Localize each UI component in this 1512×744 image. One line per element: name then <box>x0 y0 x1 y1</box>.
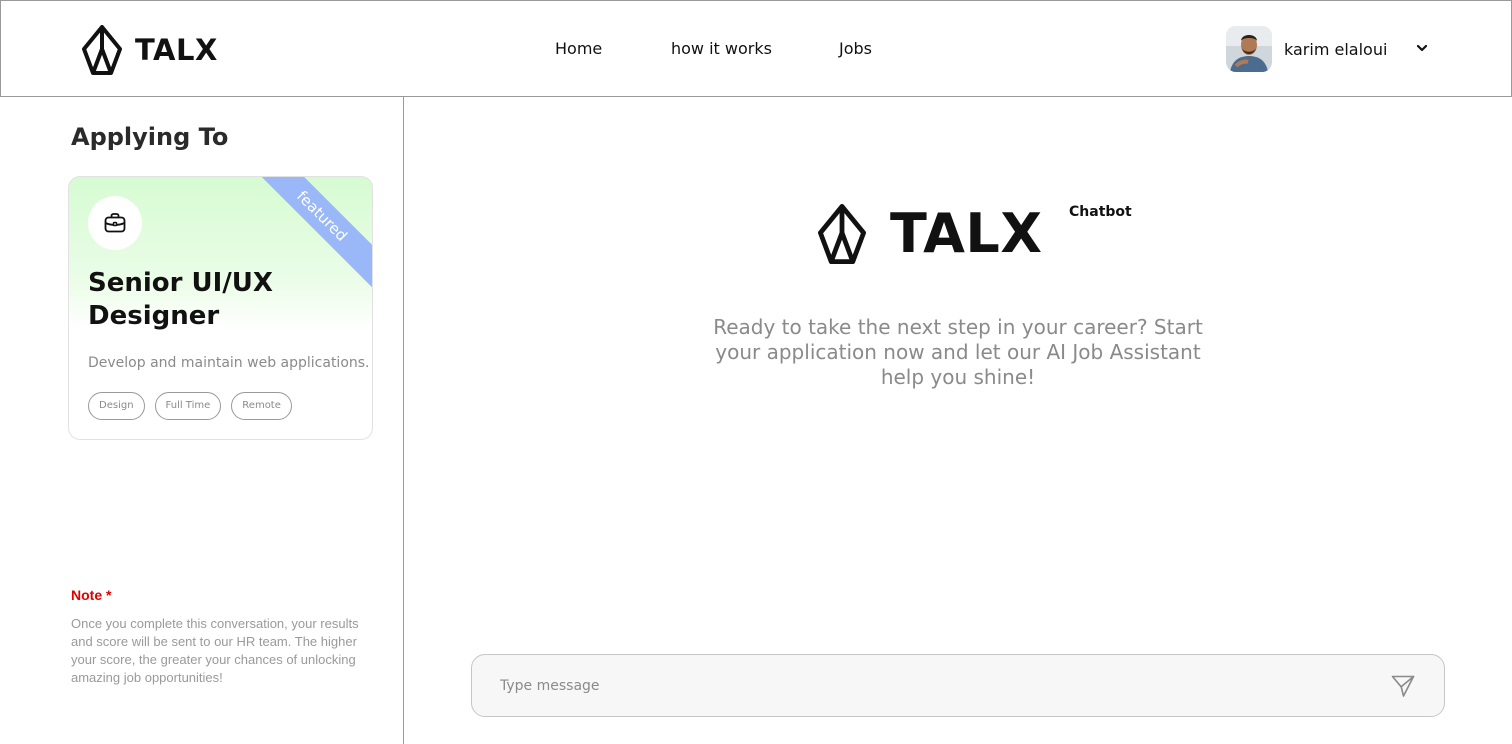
brand-text: TALX <box>890 202 1043 265</box>
tag-remote: Remote <box>231 392 292 420</box>
avatar-image <box>1226 26 1272 72</box>
user-menu[interactable]: karim elaloui <box>1226 26 1387 72</box>
send-icon <box>1391 675 1415 697</box>
talx-logo[interactable]: TALX <box>81 25 218 75</box>
welcome-message: Ready to take the next step in your care… <box>713 315 1203 389</box>
tag-design: Design <box>88 392 145 420</box>
nav-jobs[interactable]: Jobs <box>839 39 872 58</box>
message-input[interactable] <box>500 655 1360 716</box>
tag-full-time: Full Time <box>154 392 222 420</box>
note-text: Once you complete this conversation, you… <box>71 616 359 685</box>
brand-subtitle: Chatbot <box>1069 204 1132 220</box>
briefcase-badge <box>88 196 142 250</box>
briefcase-icon <box>104 213 126 233</box>
user-name[interactable]: karim elaloui <box>1284 40 1387 59</box>
chatbot-brand: TALX <box>812 202 1042 265</box>
job-card[interactable]: featured Senior UI/UX Designer Develop a… <box>68 176 373 440</box>
top-header: TALX Home how it works Jobs karim elalou… <box>0 0 1512 97</box>
talx-logo-icon <box>82 25 122 75</box>
nav-how-it-works[interactable]: how it works <box>671 39 772 58</box>
job-tags: Design Full Time Remote <box>88 392 292 420</box>
applying-to-title: Applying To <box>71 123 229 151</box>
message-bar <box>471 654 1445 717</box>
logo-text: TALX <box>135 33 218 67</box>
chevron-down-icon[interactable] <box>1415 41 1429 55</box>
job-description: Develop and maintain web applications. <box>88 355 370 371</box>
send-button[interactable] <box>1388 671 1418 701</box>
sidebar: Applying To featured Senior UI/UX Design… <box>0 97 404 744</box>
job-title: Senior UI/UX Designer <box>88 268 273 331</box>
talx-brand-icon <box>818 203 866 264</box>
note-label: Note * <box>71 587 112 603</box>
avatar[interactable] <box>1226 26 1272 72</box>
nav-home[interactable]: Home <box>555 39 602 58</box>
